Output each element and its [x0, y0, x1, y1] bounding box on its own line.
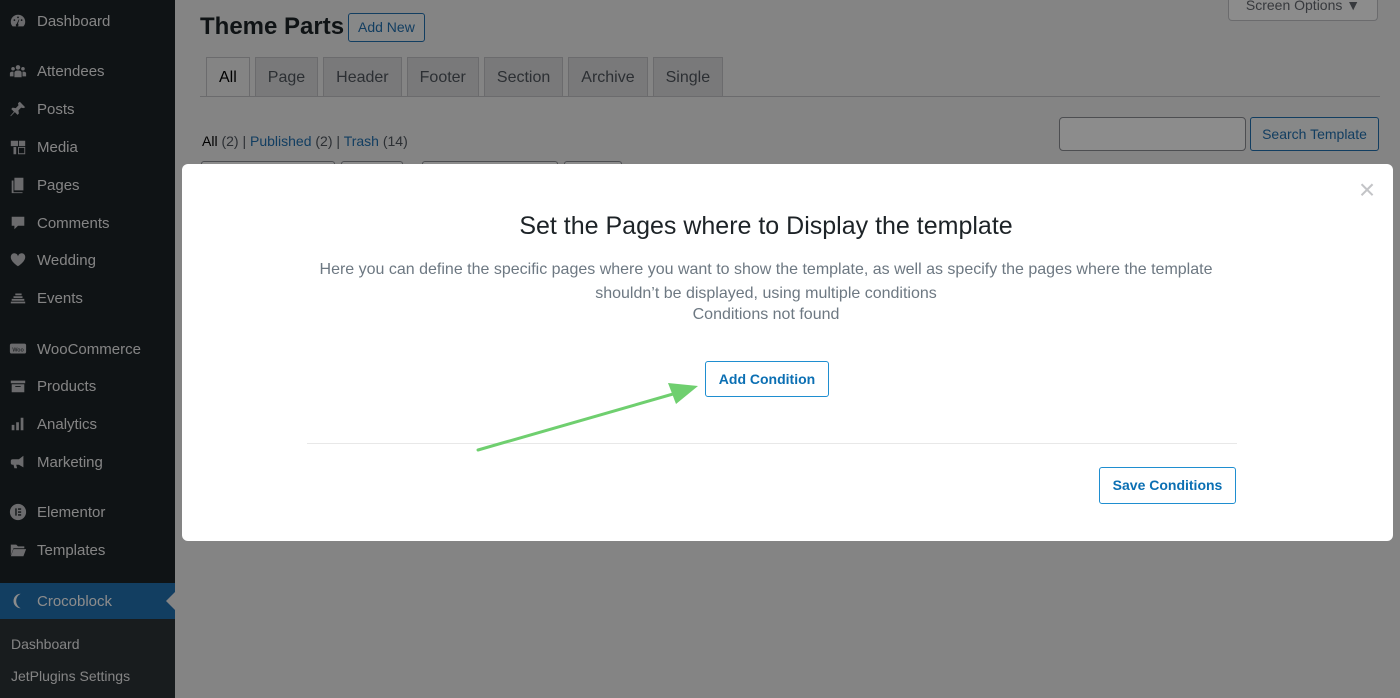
add-condition-button[interactable]: Add Condition: [705, 361, 829, 397]
save-conditions-button[interactable]: Save Conditions: [1099, 467, 1236, 504]
modal-title: Set the Pages where to Display the templ…: [519, 212, 1013, 240]
conditions-modal: × Set the Pages where to Display the tem…: [182, 164, 1393, 541]
close-icon[interactable]: ×: [1355, 176, 1379, 204]
empty-conditions-message: Conditions not found: [692, 306, 840, 323]
modal-description: Here you can define the specific pages w…: [319, 261, 1213, 302]
modal-divider: [307, 443, 1237, 444]
